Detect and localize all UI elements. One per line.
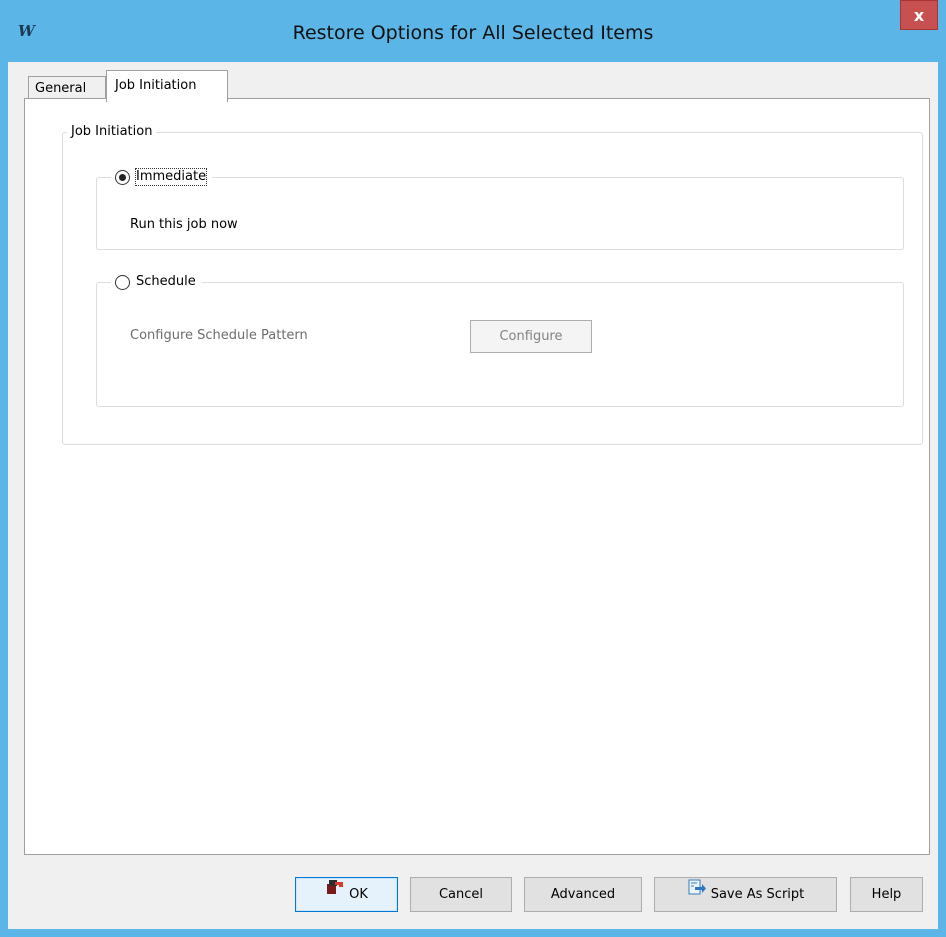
tab-job-initiation[interactable]: Job Initiation — [106, 70, 228, 102]
app-icon: W — [18, 22, 35, 40]
window-title: Restore Options for All Selected Items — [292, 22, 654, 44]
script-icon — [687, 876, 707, 909]
close-button[interactable]: x — [900, 0, 938, 30]
ok-button[interactable]: OK — [295, 877, 398, 912]
tab-panel-job-initiation: Job Initiation Immediate Run this job no… — [24, 98, 930, 855]
ok-icon — [325, 876, 345, 909]
immediate-description: Run this job now — [130, 217, 238, 232]
schedule-pattern-label: Configure Schedule Pattern — [130, 328, 308, 343]
cancel-button[interactable]: Cancel — [410, 877, 512, 912]
title-bar[interactable]: W Restore Options for All Selected Items… — [0, 0, 946, 62]
dialog-client: General Job Initiation Job Initiation Im… — [8, 62, 938, 929]
advanced-button[interactable]: Advanced — [524, 877, 642, 912]
immediate-radio[interactable] — [115, 169, 130, 185]
dialog-window: W Restore Options for All Selected Items… — [0, 0, 946, 937]
immediate-group — [96, 177, 904, 250]
immediate-option[interactable]: Immediate — [111, 168, 213, 190]
schedule-radio[interactable] — [115, 274, 130, 290]
tab-general[interactable]: General — [28, 76, 106, 100]
job-initiation-group-label: Job Initiation — [67, 124, 157, 140]
save-as-script-label: Save As Script — [710, 887, 805, 902]
immediate-label[interactable]: Immediate — [134, 168, 208, 186]
ok-label: OK — [349, 887, 368, 902]
schedule-label[interactable]: Schedule — [136, 274, 196, 290]
schedule-option[interactable]: Schedule — [111, 274, 202, 295]
save-as-script-button[interactable]: Save As Script — [654, 877, 837, 912]
help-button[interactable]: Help — [850, 877, 923, 912]
configure-button[interactable]: Configure — [470, 320, 592, 353]
